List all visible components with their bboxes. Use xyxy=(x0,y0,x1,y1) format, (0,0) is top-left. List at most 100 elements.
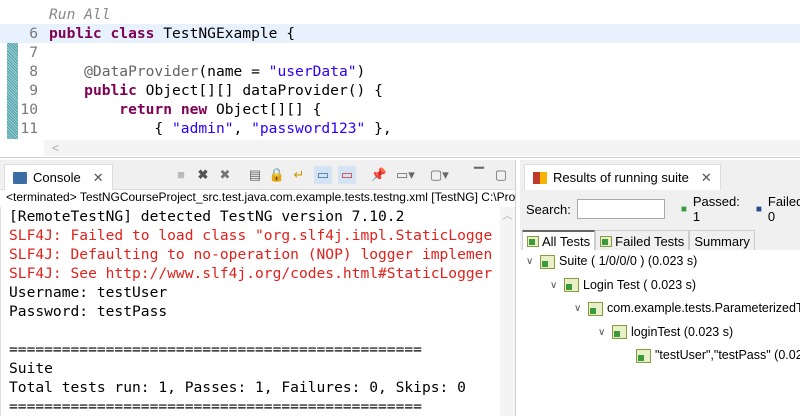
scroll-lock-icon[interactable]: 🔒 xyxy=(268,166,286,184)
code-text: @DataProvider(name = "userData") xyxy=(49,62,365,81)
launch-status: <terminated> TestNGCourseProject_src.tes… xyxy=(0,190,515,205)
vertical-scrollbar[interactable]: ︿ xyxy=(500,207,515,416)
code-token: (name = xyxy=(198,63,269,80)
failed-icon: ■ xyxy=(755,203,762,215)
line-number: 8 xyxy=(29,63,38,80)
test-tree[interactable]: ∨ Suite ( 1/0/0/0 ) (0.023 s) ∨ Login Test … xyxy=(520,250,800,416)
code-token: TestNGExample { xyxy=(163,25,296,42)
tree-node-label: loginTest (0.023 s) xyxy=(631,324,734,339)
show-on-stdout-icon[interactable]: ▭ xyxy=(314,166,332,184)
remove-launch-icon[interactable]: ✖ xyxy=(194,166,212,184)
code-token: return xyxy=(119,101,181,118)
minimize-icon[interactable]: ▔ xyxy=(470,166,488,184)
code-line[interactable]: 10 return new Object[][] { xyxy=(0,100,800,119)
remove-all-terminated-icon[interactable]: ✖ xyxy=(216,166,234,184)
tab-all-tests[interactable]: All Tests xyxy=(522,230,596,252)
results-tab-label: Results of running suite xyxy=(553,170,689,185)
code-token: , xyxy=(233,120,252,137)
code-line[interactable]: 6 public class TestNGExample { xyxy=(0,24,800,43)
console-output[interactable]: [RemoteTestNG] detected TestNG version 7… xyxy=(0,207,500,416)
console-toolbar: Console ✕ ■ ✖ ✖ ▤ 🔒 ↵ ▭ ▭ 📌 ▭▾ ▢▾ ▔ ▢ xyxy=(0,160,515,190)
line-number: 9 xyxy=(29,82,38,99)
chevron-down-icon[interactable]: ∨ xyxy=(574,299,584,318)
code-token: public xyxy=(84,82,146,99)
close-icon[interactable]: ✕ xyxy=(701,170,712,186)
line-number: 10 xyxy=(20,101,38,118)
chevron-down-icon[interactable]: ∨ xyxy=(526,252,536,271)
code-line[interactable]: 11 { "admin", "password123" }, xyxy=(0,119,800,138)
results-tab[interactable]: Results of running suite ✕ xyxy=(524,164,721,190)
chevron-down-icon[interactable]: ∨ xyxy=(598,323,608,342)
tab-failed-tests[interactable]: Failed Tests xyxy=(595,230,690,252)
console-line: SLF4J: See http://www.slf4j.org/codes.ht… xyxy=(9,265,493,282)
code-line[interactable]: 8 @DataProvider(name = "userData") xyxy=(0,62,800,81)
console-line: Password: testPass xyxy=(9,303,168,320)
tree-node[interactable]: ∨ Suite ( 1/0/0/0 ) (0.023 s) xyxy=(526,252,697,271)
test-passed-icon xyxy=(636,348,651,363)
code-token: public xyxy=(49,25,111,42)
testng-icon xyxy=(533,171,547,184)
horizontal-scrollbar[interactable]: < xyxy=(44,140,800,156)
tree-node-label: com.example.tests.ParameterizedTest xyxy=(607,301,800,315)
open-console-icon[interactable]: ▢▾ xyxy=(430,166,449,184)
test-passed-icon xyxy=(540,254,555,269)
code-editor[interactable]: Run All 6 public class TestNGExample {7 8 … xyxy=(0,0,800,158)
failed-count: Failed: 0 xyxy=(767,194,800,224)
tree-node-label: Suite ( 1/0/0/0 ) (0.023 s) xyxy=(559,254,698,268)
passed-icon: ■ xyxy=(680,203,687,215)
tree-node[interactable]: ∨ loginTest (0.023 s) xyxy=(598,323,733,342)
word-wrap-icon[interactable]: ↵ xyxy=(290,166,308,184)
tab-summary[interactable]: Summary xyxy=(689,230,755,252)
code-line[interactable]: 7 xyxy=(0,43,800,62)
test-passed-icon xyxy=(588,301,603,316)
console-line: Suite xyxy=(9,360,53,377)
console-line: ========================================… xyxy=(9,341,422,358)
tab-label: All Tests xyxy=(542,234,591,249)
search-input[interactable] xyxy=(576,199,665,219)
codelens-run-all[interactable]: Run All xyxy=(0,5,800,24)
line-number: 7 xyxy=(29,44,38,61)
code-token: "admin" xyxy=(172,120,234,137)
code-text: return new Object[][] { xyxy=(49,100,321,119)
console-view: Console ✕ ■ ✖ ✖ ▤ 🔒 ↵ ▭ ▭ 📌 ▭▾ ▢▾ ▔ ▢ <t… xyxy=(0,160,516,416)
close-icon[interactable]: ✕ xyxy=(93,170,104,186)
run-all-link[interactable]: Run All xyxy=(49,5,111,24)
console-tab-label: Console xyxy=(33,170,81,185)
terminate-icon[interactable]: ■ xyxy=(172,166,190,184)
tests-icon xyxy=(600,235,613,247)
tab-label: Summary xyxy=(694,233,750,249)
console-line: ========================================… xyxy=(9,398,422,415)
tree-node[interactable]: ∨ Login Test ( 0.023 s) xyxy=(550,276,696,295)
passed-count: Passed: 1 xyxy=(692,194,740,224)
code-line[interactable]: 9 public Object[][] dataProvider() { xyxy=(0,81,800,100)
search-label: Search: xyxy=(526,201,571,217)
clear-console-icon[interactable]: ▤ xyxy=(246,166,264,184)
tab-label: Failed Tests xyxy=(615,233,685,249)
line-number: 11 xyxy=(20,120,38,137)
code-token: ) xyxy=(356,63,366,80)
tree-node-label: "testUser","testPass" (0.023 s) xyxy=(655,348,800,362)
console-line: SLF4J: Failed to load class "org.slf4j.i… xyxy=(9,227,493,244)
test-passed-icon xyxy=(612,325,627,339)
testng-results-view: Results of running suite ✕ Search: ■ Pas… xyxy=(520,160,800,416)
test-passed-icon xyxy=(564,278,579,292)
code-token: { xyxy=(49,120,173,137)
console-tab[interactable]: Console ✕ xyxy=(4,164,113,190)
tree-node[interactable]: "testUser","testPass" (0.023 s) xyxy=(622,346,800,365)
tree-node[interactable]: ∨ com.example.tests.ParameterizedTest xyxy=(574,299,800,318)
show-on-stderr-icon[interactable]: ▭ xyxy=(338,166,356,184)
console-line: [RemoteTestNG] detected TestNG version 7… xyxy=(9,208,405,225)
chevron-down-icon[interactable]: ∨ xyxy=(550,276,560,295)
console-line: SLF4J: Defaulting to no-operation (NOP) … xyxy=(9,246,493,263)
code-token: class xyxy=(110,25,164,42)
pin-console-icon[interactable]: 📌 xyxy=(370,166,388,184)
maximize-icon[interactable]: ▢ xyxy=(492,166,510,184)
code-text: public class TestNGExample { xyxy=(49,24,295,43)
code-token: "userData" xyxy=(268,63,357,80)
console-line: Total tests run: 1, Passes: 1, Failures:… xyxy=(9,379,466,396)
code-text: public Object[][] dataProvider() { xyxy=(49,81,383,100)
code-text: { "admin", "password123" }, xyxy=(49,119,391,138)
display-console-icon[interactable]: ▭▾ xyxy=(396,166,415,184)
